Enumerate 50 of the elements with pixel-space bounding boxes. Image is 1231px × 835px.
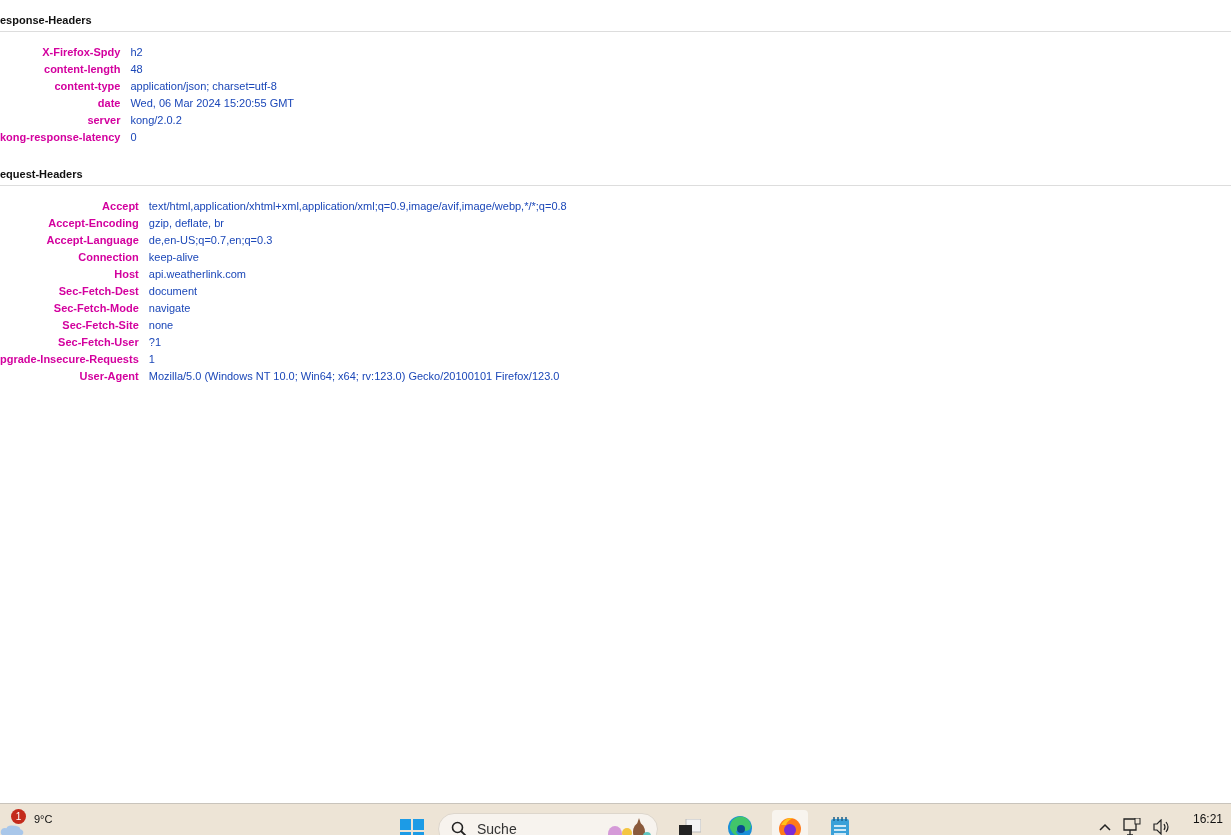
header-value: 0 — [130, 131, 137, 143]
header-name: content-type — [54, 80, 121, 92]
speaker-icon[interactable] — [1152, 819, 1171, 835]
header-name: User-Agent — [79, 370, 139, 382]
header-value: document — [148, 285, 198, 297]
header-name: kong-response-latency — [0, 131, 121, 143]
header-value: 1 — [148, 353, 155, 365]
search-icon — [451, 821, 467, 835]
header-value: ?1 — [148, 336, 161, 348]
header-name: pgrade-Insecure-Requests — [0, 353, 139, 365]
header-name: Sec-Fetch-Mode — [53, 302, 139, 314]
header-value: Wed, 06 Mar 2024 15:20:55 GMT — [130, 97, 295, 109]
header-value: none — [148, 319, 174, 331]
section-heading: equest-Headers — [0, 168, 83, 180]
header-value: navigate — [148, 302, 191, 314]
header-name: Accept — [102, 200, 139, 212]
clock-time[interactable]: 16:21 — [1192, 811, 1223, 828]
header-name: Accept-Encoding — [48, 217, 139, 229]
header-value: text/html,application/xhtml+xml,application/xml;q=0.9,image/avif,image/webp,*/*;q=0.8 — [148, 200, 567, 212]
fox-browser-icon[interactable] — [777, 815, 803, 835]
header-name: date — [97, 97, 121, 109]
chevron-up-icon[interactable] — [1098, 823, 1111, 831]
notification-badge: 1 — [11, 809, 26, 824]
header-name: Accept-Language — [46, 234, 139, 246]
header-name: content-length — [44, 63, 121, 75]
header-name: Connection — [78, 251, 139, 263]
search-placeholder: Suche — [477, 821, 518, 835]
header-name: Sec-Fetch-User — [58, 336, 139, 348]
header-value: kong/2.0.2 — [130, 114, 182, 126]
temperature: 9°C — [34, 812, 53, 826]
header-value: application/json; charset=utf-8 — [130, 80, 277, 92]
header-name: server — [87, 114, 121, 126]
browser-icon[interactable] — [727, 815, 753, 835]
task-view-icon[interactable] — [679, 819, 701, 835]
header-value: 48 — [130, 63, 143, 75]
header-value: Mozilla/5.0 (Windows NT 10.0; Win64; x64; rv:123.0) Gecko/20100101 Firefox/123.0 — [148, 370, 560, 382]
header-value: h2 — [130, 46, 143, 58]
notepad-icon[interactable] — [830, 816, 850, 835]
header-value: api.weatherlink.com — [148, 268, 246, 280]
header-name: Host — [114, 268, 139, 280]
network-icon[interactable] — [1122, 818, 1141, 835]
header-value: keep-alive — [148, 251, 199, 263]
search-field[interactable]: Suche — [438, 813, 658, 835]
header-value: de,en-US;q=0.7,en;q=0.3 — [148, 234, 273, 246]
header-name: X-Firefox-Spdy — [42, 46, 121, 58]
easter-decoration-icon — [607, 818, 651, 835]
header-name: Sec-Fetch-Dest — [58, 285, 139, 297]
header-name: Sec-Fetch-Site — [62, 319, 139, 331]
header-value: gzip, deflate, br — [148, 217, 224, 229]
section-heading: esponse-Headers — [0, 14, 92, 26]
